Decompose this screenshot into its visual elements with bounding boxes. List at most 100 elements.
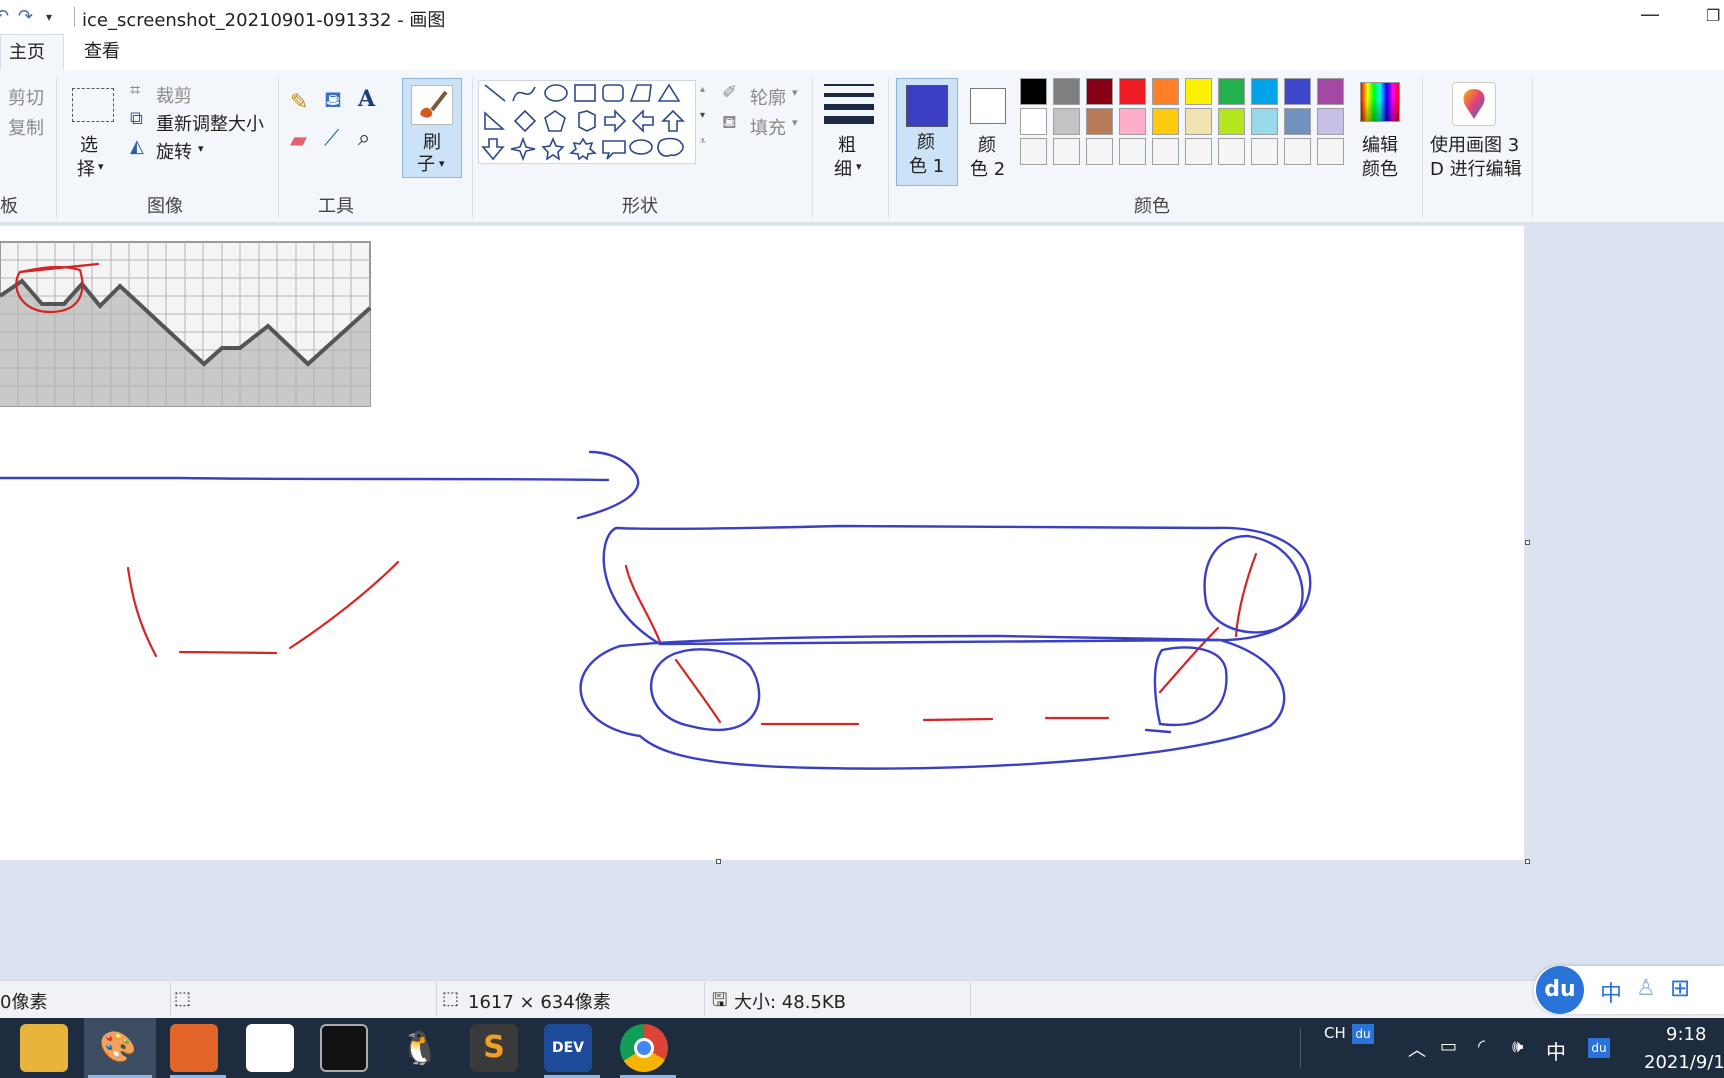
palette-swatch[interactable] (1218, 108, 1245, 135)
palette-swatch[interactable] (1119, 78, 1146, 105)
palette-swatch[interactable] (1020, 108, 1047, 135)
clock-date[interactable]: 2021/9/1 (1644, 1052, 1724, 1073)
palette-swatch[interactable] (1152, 138, 1179, 165)
ime-apps-icon[interactable]: ⊞ (1670, 974, 1690, 1002)
undo-icon[interactable]: ↶ (0, 6, 9, 27)
screenshot-app-icon[interactable] (170, 1024, 218, 1072)
palette-swatch[interactable] (1053, 108, 1080, 135)
text-tool-icon[interactable]: A (358, 86, 375, 112)
palette-swatch[interactable] (1251, 78, 1278, 105)
fill-dropdown-icon[interactable]: ▾ (792, 116, 798, 129)
ime-user-icon[interactable]: ♙ (1636, 976, 1656, 1001)
edit-colors-label-2[interactable]: 颜色 (1362, 158, 1398, 182)
palette-swatch[interactable] (1119, 138, 1146, 165)
fill-bucket-icon[interactable]: ⛾ (324, 88, 342, 116)
palette-swatch[interactable] (1152, 108, 1179, 135)
palette-swatch[interactable] (1119, 108, 1146, 135)
baidu-ime-tray-icon[interactable]: du (1352, 1024, 1374, 1044)
edit-colors-icon[interactable] (1360, 82, 1400, 122)
paint3d-label-1[interactable]: 使用画图 3 (1430, 134, 1519, 158)
baidu-ime-tray-icon-2[interactable]: du (1588, 1038, 1610, 1058)
palette-swatch[interactable] (1317, 78, 1344, 105)
ime-language[interactable]: 中 (1600, 976, 1622, 1008)
canvas-resize-handle-right[interactable] (1525, 540, 1530, 545)
dev-cpp-icon[interactable]: DEV (544, 1024, 592, 1072)
qq-icon[interactable]: 🐧 (396, 1024, 444, 1072)
palette-swatch[interactable] (1185, 108, 1212, 135)
palette-swatch[interactable] (1317, 138, 1344, 165)
palette-swatch[interactable] (1218, 138, 1245, 165)
brushes-button[interactable]: 刷 子 ▾ (402, 78, 462, 178)
palette-swatch[interactable] (1284, 78, 1311, 105)
crop-button[interactable]: 裁剪 (156, 82, 192, 108)
shapes-expand-icon[interactable]: ⩡ (700, 136, 706, 147)
paint3d-label-2[interactable]: D 进行编辑 (1430, 158, 1522, 182)
tab-view[interactable]: 查看 (72, 34, 132, 70)
select-dropdown-icon[interactable]: ▾ (98, 160, 104, 173)
color-picker-icon[interactable]: ⟋ (324, 126, 339, 151)
palette-swatch[interactable] (1086, 138, 1113, 165)
canvas-resize-handle-corner[interactable] (1525, 859, 1530, 864)
size-label-2[interactable]: 细 (834, 158, 852, 182)
select-icon[interactable] (72, 88, 114, 122)
color1-button[interactable]: 颜 色 1 (896, 78, 958, 186)
color2-swatch[interactable] (970, 88, 1006, 124)
outline-button[interactable]: 轮廓 (750, 84, 786, 110)
fill-button[interactable]: 填充 (750, 114, 786, 140)
color2-label-2[interactable]: 色 2 (970, 158, 1005, 182)
paint3d-icon[interactable] (1452, 82, 1496, 126)
resize-button[interactable]: 重新调整大小 (156, 110, 264, 136)
palette-swatch[interactable] (1020, 138, 1047, 165)
shapes-scroll-up-icon[interactable]: ▴ (700, 84, 705, 95)
palette-swatch[interactable] (1317, 108, 1344, 135)
palette-swatch[interactable] (1251, 138, 1278, 165)
redo-icon[interactable]: ↷ (18, 6, 33, 27)
file-explorer-icon[interactable] (20, 1024, 68, 1072)
sublime-text-icon[interactable]: S (470, 1024, 518, 1072)
eraser-icon[interactable]: ▰ (290, 128, 307, 153)
rotate-dropdown-icon[interactable]: ▾ (198, 142, 204, 155)
paint-app-icon[interactable]: 🎨 (94, 1024, 142, 1072)
wifi-icon[interactable]: ◜ (1478, 1036, 1485, 1057)
volume-icon[interactable]: 🕪 (1512, 1036, 1523, 1057)
palette-swatch[interactable] (1284, 138, 1311, 165)
show-hidden-icons-icon[interactable]: ︿ (1408, 1036, 1426, 1062)
baidu-ime-logo-icon[interactable]: du (1536, 966, 1584, 1014)
cut-button[interactable]: 剪切 (8, 84, 44, 110)
palette-swatch[interactable] (1086, 108, 1113, 135)
canvas-resize-handle-bottom[interactable] (716, 859, 721, 864)
size-dropdown-icon[interactable]: ▾ (856, 160, 862, 173)
palette-swatch[interactable] (1185, 78, 1212, 105)
palette-swatch[interactable] (1053, 138, 1080, 165)
palette-swatch[interactable] (1251, 108, 1278, 135)
minimize-icon[interactable]: — (1640, 2, 1660, 26)
restore-icon[interactable]: ❐ (1706, 6, 1720, 25)
palette-swatch[interactable] (1086, 78, 1113, 105)
baidu-netdisk-icon[interactable] (246, 1024, 294, 1072)
palette-swatch[interactable] (1053, 78, 1080, 105)
clock-time[interactable]: 9:18 (1666, 1024, 1706, 1045)
edit-colors-label-1[interactable]: 编辑 (1362, 134, 1398, 158)
palette-swatch[interactable] (1152, 78, 1179, 105)
ime-indicator[interactable]: CH (1324, 1024, 1346, 1042)
palette-swatch[interactable] (1284, 108, 1311, 135)
drawing-canvas[interactable] (0, 226, 1524, 860)
quick-access-dropdown-icon[interactable]: ▾ (46, 10, 52, 24)
palette-swatch[interactable] (1020, 78, 1047, 105)
tab-home[interactable]: 主页 (0, 34, 64, 71)
magnifier-icon[interactable]: ⌕ (358, 126, 370, 151)
size-lines-icon[interactable] (824, 82, 874, 128)
battery-icon[interactable]: ▭ (1440, 1036, 1457, 1057)
input-language[interactable]: 中 (1546, 1036, 1566, 1065)
copy-button[interactable]: 复制 (8, 114, 44, 140)
chrome-icon[interactable] (620, 1024, 668, 1072)
terminal-icon[interactable] (320, 1024, 368, 1072)
pencil-icon[interactable]: ✎ (290, 90, 308, 115)
select-label-2[interactable]: 择 (77, 158, 95, 182)
palette-swatch[interactable] (1185, 138, 1212, 165)
rotate-button[interactable]: 旋转 (156, 138, 192, 164)
palette-swatch[interactable] (1218, 78, 1245, 105)
shapes-gallery[interactable] (478, 80, 696, 164)
outline-dropdown-icon[interactable]: ▾ (792, 86, 798, 99)
shapes-scroll-down-icon[interactable]: ▾ (700, 110, 705, 121)
